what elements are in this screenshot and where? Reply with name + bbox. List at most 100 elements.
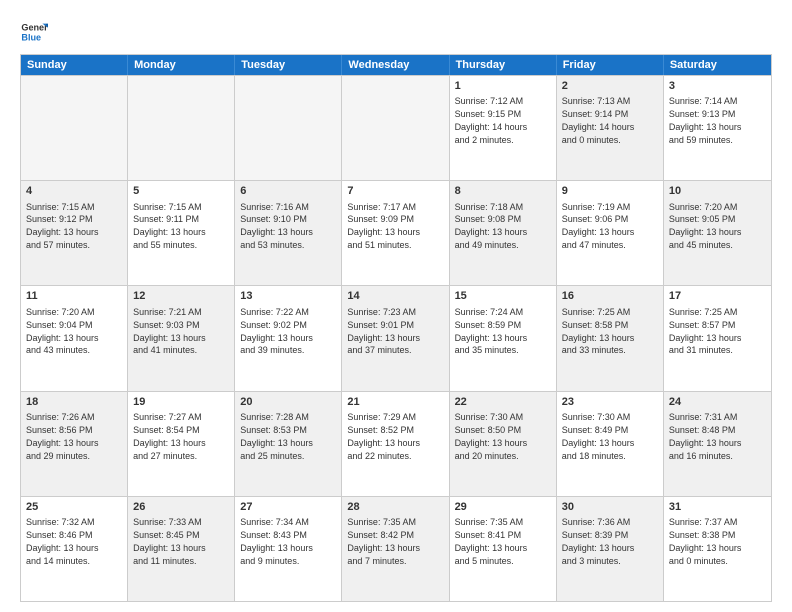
day-content: Sunrise: 7:17 AM Sunset: 9:09 PM Dayligh… xyxy=(347,202,420,251)
day-content: Sunrise: 7:30 AM Sunset: 8:49 PM Dayligh… xyxy=(562,412,635,461)
day-number: 23 xyxy=(562,395,658,410)
day-number: 22 xyxy=(455,395,551,410)
header-day-tuesday: Tuesday xyxy=(235,55,342,75)
header-day-thursday: Thursday xyxy=(450,55,557,75)
day-number: 30 xyxy=(562,500,658,515)
day-number: 26 xyxy=(133,500,229,515)
day-cell-6: 6Sunrise: 7:16 AM Sunset: 9:10 PM Daylig… xyxy=(235,181,342,285)
day-content: Sunrise: 7:15 AM Sunset: 9:12 PM Dayligh… xyxy=(26,202,99,251)
day-cell-22: 22 Sunrise: 7:30 AM Sunset: 8:50 PM Dayli… xyxy=(450,392,557,496)
day-content: Sunrise: 7:27 AM Sunset: 8:54 PM Dayligh… xyxy=(133,412,206,461)
day-content: Sunrise: 7:21 AM Sunset: 9:03 PM Dayligh… xyxy=(133,307,206,356)
day-cell-16: 16 Sunrise: 7:25 AM Sunset: 8:58 PM Dayli… xyxy=(557,286,664,390)
day-content: Sunrise: 7:23 AM Sunset: 9:01 PM Dayligh… xyxy=(347,307,420,356)
day-number: 21 xyxy=(347,395,443,410)
day-content: Sunrise: 7:19 AM Sunset: 9:06 PM Dayligh… xyxy=(562,202,635,251)
day-number: 2 xyxy=(562,79,658,94)
day-cell-4: 4 Sunrise: 7:15 AM Sunset: 9:12 PM Daylig… xyxy=(21,181,128,285)
day-number: 4 xyxy=(26,184,122,199)
header: General Blue xyxy=(20,18,772,46)
day-number: 16 xyxy=(562,289,658,304)
day-content: Sunrise: 7:35 AM Sunset: 8:42 PM Dayligh… xyxy=(347,517,420,566)
week-row-3: 18Sunrise: 7:26 AM Sunset: 8:56 PM Dayli… xyxy=(21,391,771,496)
day-cell-30: 30 Sunrise: 7:36 AM Sunset: 8:39 PM Dayli… xyxy=(557,497,664,601)
day-cell-10: 10 Sunrise: 7:20 AM Sunset: 9:05 PM Dayli… xyxy=(664,181,771,285)
calendar-body: 1Sunrise: 7:12 AM Sunset: 9:15 PM Daylig… xyxy=(21,75,771,601)
day-number: 9 xyxy=(562,184,658,199)
day-content: Sunrise: 7:22 AM Sunset: 9:02 PM Dayligh… xyxy=(240,307,313,356)
empty-cell xyxy=(342,76,449,180)
day-content: Sunrise: 7:33 AM Sunset: 8:45 PM Dayligh… xyxy=(133,517,206,566)
day-cell-3: 3 Sunrise: 7:14 AM Sunset: 9:13 PM Daylig… xyxy=(664,76,771,180)
day-cell-21: 21 Sunrise: 7:29 AM Sunset: 8:52 PM Dayli… xyxy=(342,392,449,496)
week-row-2: 11Sunrise: 7:20 AM Sunset: 9:04 PM Dayli… xyxy=(21,285,771,390)
day-number: 19 xyxy=(133,395,229,410)
day-cell-14: 14 Sunrise: 7:23 AM Sunset: 9:01 PM Dayli… xyxy=(342,286,449,390)
day-content: Sunrise: 7:35 AM Sunset: 8:41 PM Dayligh… xyxy=(455,517,528,566)
header-day-wednesday: Wednesday xyxy=(342,55,449,75)
empty-cell xyxy=(235,76,342,180)
empty-cell xyxy=(21,76,128,180)
day-cell-24: 24 Sunrise: 7:31 AM Sunset: 8:48 PM Dayli… xyxy=(664,392,771,496)
day-content: Sunrise: 7:15 AM Sunset: 9:11 PM Dayligh… xyxy=(133,202,206,251)
header-day-friday: Friday xyxy=(557,55,664,75)
week-row-0: 1Sunrise: 7:12 AM Sunset: 9:15 PM Daylig… xyxy=(21,75,771,180)
day-number: 17 xyxy=(669,289,766,304)
day-number: 15 xyxy=(455,289,551,304)
calendar-header: SundayMondayTuesdayWednesdayThursdayFrid… xyxy=(21,55,771,75)
day-number: 27 xyxy=(240,500,336,515)
day-number: 20 xyxy=(240,395,336,410)
day-cell-31: 31 Sunrise: 7:37 AM Sunset: 8:38 PM Dayli… xyxy=(664,497,771,601)
day-cell-7: 7Sunrise: 7:17 AM Sunset: 9:09 PM Daylig… xyxy=(342,181,449,285)
day-content: Sunrise: 7:25 AM Sunset: 8:58 PM Dayligh… xyxy=(562,307,635,356)
day-content: Sunrise: 7:30 AM Sunset: 8:50 PM Dayligh… xyxy=(455,412,528,461)
day-content: Sunrise: 7:20 AM Sunset: 9:05 PM Dayligh… xyxy=(669,202,742,251)
day-number: 24 xyxy=(669,395,766,410)
day-number: 8 xyxy=(455,184,551,199)
day-number: 1 xyxy=(455,79,551,94)
calendar: SundayMondayTuesdayWednesdayThursdayFrid… xyxy=(20,54,772,602)
day-cell-18: 18Sunrise: 7:26 AM Sunset: 8:56 PM Dayli… xyxy=(21,392,128,496)
day-cell-20: 20 Sunrise: 7:28 AM Sunset: 8:53 PM Dayli… xyxy=(235,392,342,496)
day-cell-5: 5Sunrise: 7:15 AM Sunset: 9:11 PM Daylig… xyxy=(128,181,235,285)
day-cell-1: 1Sunrise: 7:12 AM Sunset: 9:15 PM Daylig… xyxy=(450,76,557,180)
day-cell-15: 15 Sunrise: 7:24 AM Sunset: 8:59 PM Dayli… xyxy=(450,286,557,390)
week-row-1: 4 Sunrise: 7:15 AM Sunset: 9:12 PM Daylig… xyxy=(21,180,771,285)
day-number: 6 xyxy=(240,184,336,199)
day-content: Sunrise: 7:25 AM Sunset: 8:57 PM Dayligh… xyxy=(669,307,742,356)
day-content: Sunrise: 7:37 AM Sunset: 8:38 PM Dayligh… xyxy=(669,517,742,566)
day-cell-23: 23 Sunrise: 7:30 AM Sunset: 8:49 PM Dayli… xyxy=(557,392,664,496)
day-content: Sunrise: 7:32 AM Sunset: 8:46 PM Dayligh… xyxy=(26,517,99,566)
day-number: 10 xyxy=(669,184,766,199)
day-number: 14 xyxy=(347,289,443,304)
page: General Blue SundayMondayTuesdayWednesda… xyxy=(0,0,792,612)
day-number: 29 xyxy=(455,500,551,515)
day-cell-8: 8 Sunrise: 7:18 AM Sunset: 9:08 PM Daylig… xyxy=(450,181,557,285)
day-number: 28 xyxy=(347,500,443,515)
day-cell-25: 25Sunrise: 7:32 AM Sunset: 8:46 PM Dayli… xyxy=(21,497,128,601)
day-content: Sunrise: 7:36 AM Sunset: 8:39 PM Dayligh… xyxy=(562,517,635,566)
svg-text:Blue: Blue xyxy=(21,32,41,42)
header-day-monday: Monday xyxy=(128,55,235,75)
day-content: Sunrise: 7:31 AM Sunset: 8:48 PM Dayligh… xyxy=(669,412,742,461)
day-cell-9: 9 Sunrise: 7:19 AM Sunset: 9:06 PM Daylig… xyxy=(557,181,664,285)
day-number: 13 xyxy=(240,289,336,304)
logo-icon: General Blue xyxy=(20,18,48,46)
day-content: Sunrise: 7:34 AM Sunset: 8:43 PM Dayligh… xyxy=(240,517,313,566)
day-content: Sunrise: 7:13 AM Sunset: 9:14 PM Dayligh… xyxy=(562,96,635,145)
day-content: Sunrise: 7:28 AM Sunset: 8:53 PM Dayligh… xyxy=(240,412,313,461)
day-content: Sunrise: 7:29 AM Sunset: 8:52 PM Dayligh… xyxy=(347,412,420,461)
day-content: Sunrise: 7:24 AM Sunset: 8:59 PM Dayligh… xyxy=(455,307,528,356)
day-cell-29: 29 Sunrise: 7:35 AM Sunset: 8:41 PM Dayli… xyxy=(450,497,557,601)
day-cell-11: 11Sunrise: 7:20 AM Sunset: 9:04 PM Dayli… xyxy=(21,286,128,390)
day-cell-27: 27 Sunrise: 7:34 AM Sunset: 8:43 PM Dayli… xyxy=(235,497,342,601)
day-number: 12 xyxy=(133,289,229,304)
day-number: 31 xyxy=(669,500,766,515)
day-cell-26: 26 Sunrise: 7:33 AM Sunset: 8:45 PM Dayli… xyxy=(128,497,235,601)
day-content: Sunrise: 7:14 AM Sunset: 9:13 PM Dayligh… xyxy=(669,96,742,145)
header-day-saturday: Saturday xyxy=(664,55,771,75)
empty-cell xyxy=(128,76,235,180)
week-row-4: 25Sunrise: 7:32 AM Sunset: 8:46 PM Dayli… xyxy=(21,496,771,601)
day-number: 3 xyxy=(669,79,766,94)
day-content: Sunrise: 7:18 AM Sunset: 9:08 PM Dayligh… xyxy=(455,202,528,251)
